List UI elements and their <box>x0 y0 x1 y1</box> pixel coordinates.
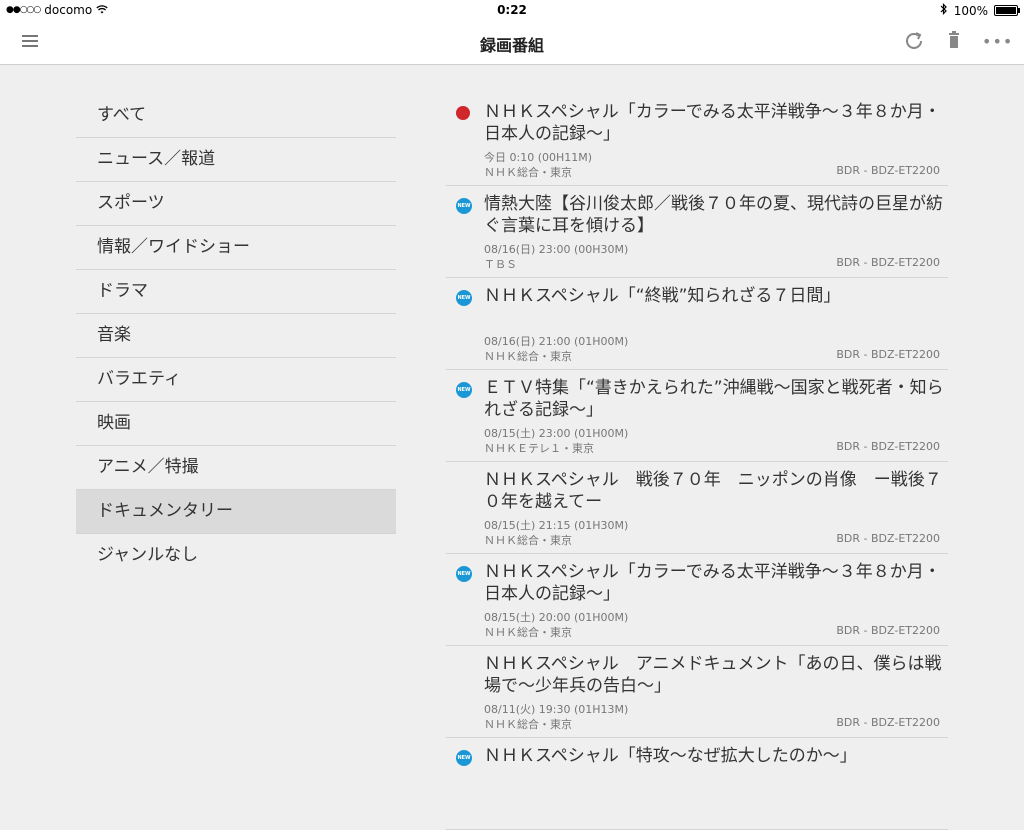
program-row[interactable]: NEW ＮＨＫスペシャル「“終戦”知られざる７日間」 08/16(日) 21:00 … <box>446 278 948 370</box>
new-badge: NEW <box>456 198 472 214</box>
genre-item[interactable]: ドキュメンタリー <box>76 490 396 534</box>
new-badge: NEW <box>456 750 472 766</box>
program-title: ＮＨＫスペシャル 戦後７０年 ニッポンの肖像 ー戦後７０年を越えてー <box>484 470 942 512</box>
program-row[interactable]: NEW 情熱大陸【谷川俊太郎／戦後７０年の夏、現代詩の巨星が紡ぐ言葉に耳を傾ける】… <box>446 186 948 278</box>
program-date: 08/11(火) 19:30 (01H13M) <box>484 703 629 716</box>
program-date: 08/15(土) 23:00 (01H00M) <box>484 427 629 440</box>
program-date: 08/15(土) 21:15 (01H30M) <box>484 519 629 532</box>
genre-item[interactable]: ジャンルなし <box>76 534 396 577</box>
program-title: ＮＨＫスペシャル「カラーでみる太平洋戦争〜３年８か月・日本人の記録〜」 <box>484 102 941 144</box>
program-channel: ＮＨＫ総合・東京 <box>484 626 572 639</box>
genre-item[interactable]: アニメ／特撮 <box>76 446 396 490</box>
program-device: BDR - BDZ-ET2200 <box>836 164 940 177</box>
program-title: ＮＨＫスペシャル「“終戦”知られざる７日間」 <box>484 286 841 306</box>
new-badge: NEW <box>456 566 472 582</box>
program-device: BDR - BDZ-ET2200 <box>836 532 940 545</box>
program-device: BDR - BDZ-ET2200 <box>836 716 940 729</box>
nav-bar: 録画番組 ••• <box>0 20 1024 65</box>
refresh-icon[interactable] <box>902 30 926 54</box>
program-title: 情熱大陸【谷川俊太郎／戦後７０年の夏、現代詩の巨星が紡ぐ言葉に耳を傾ける】 <box>484 194 943 236</box>
status-bar: ●●○○○ docomo 0:22 100% <box>0 0 1024 20</box>
program-device: BDR - BDZ-ET2200 <box>836 348 940 361</box>
program-row[interactable]: ＮＨＫスペシャル アニメドキュメント「あの日、僕らは戦場で〜少年兵の告白〜」 08… <box>446 646 948 738</box>
program-row[interactable]: ＮＨＫスペシャル 戦後７０年 ニッポンの肖像 ー戦後７０年を越えてー 08/15(… <box>446 462 948 554</box>
program-title: ＮＨＫスペシャル「カラーでみる太平洋戦争〜３年８か月・日本人の記録〜」 <box>484 562 941 604</box>
genre-item[interactable]: バラエティ <box>76 358 396 402</box>
program-channel: ＮＨＫ総合・東京 <box>484 166 572 179</box>
program-row[interactable]: NEW ＮＨＫスペシャル「特攻〜なぜ拡大したのか〜」 <box>446 738 948 830</box>
genre-item[interactable]: 情報／ワイドショー <box>76 226 396 270</box>
program-channel: ＴＢＳ <box>484 258 517 271</box>
new-badge-icon: NEW <box>456 382 472 398</box>
new-badge-icon: NEW <box>456 566 472 582</box>
program-row[interactable]: ＮＨＫスペシャル「カラーでみる太平洋戦争〜３年８か月・日本人の記録〜」今日 0:… <box>446 94 948 186</box>
genre-item[interactable]: 映画 <box>76 402 396 446</box>
recording-dot-icon <box>456 106 470 120</box>
new-badge-icon: NEW <box>456 198 472 214</box>
program-title: ＥＴＶ特集「“書きかえられた”沖縄戦〜国家と戦死者・知られざる記録〜」 <box>484 378 944 420</box>
program-row[interactable]: NEW ＮＨＫスペシャル「カラーでみる太平洋戦争〜３年８か月・日本人の記録〜」 08… <box>446 554 948 646</box>
genre-item[interactable]: ニュース／報道 <box>76 138 396 182</box>
new-badge-icon: NEW <box>456 290 472 306</box>
recording-dot <box>456 106 470 120</box>
new-badge: NEW <box>456 382 472 398</box>
status-right: 100% <box>940 3 1020 18</box>
program-channel: ＮＨＫ総合・東京 <box>484 350 572 363</box>
program-date: 今日 0:10 (00H11M) <box>484 151 593 164</box>
program-device: BDR - BDZ-ET2200 <box>836 440 940 453</box>
program-date: 08/16(日) 21:00 (01H00M) <box>484 335 629 348</box>
no-mark <box>456 658 470 672</box>
genre-item[interactable]: すべて <box>76 94 396 138</box>
genre-item[interactable]: ドラマ <box>76 270 396 314</box>
trash-icon[interactable] <box>942 30 966 54</box>
program-device: BDR - BDZ-ET2200 <box>836 624 940 637</box>
status-time: 0:22 <box>497 3 527 17</box>
program-date: 08/16(日) 23:00 (00H30M) <box>484 243 629 256</box>
new-badge: NEW <box>456 290 472 306</box>
program-list: ＮＨＫスペシャル「カラーでみる太平洋戦争〜３年８か月・日本人の記録〜」今日 0:… <box>446 94 948 830</box>
battery-percent: 100% <box>953 3 988 18</box>
program-device: BDR - BDZ-ET2200 <box>836 256 940 269</box>
program-title: ＮＨＫスペシャル「特攻〜なぜ拡大したのか〜」 <box>484 746 857 766</box>
genre-item[interactable]: スポーツ <box>76 182 396 226</box>
no-mark <box>456 474 470 488</box>
program-row[interactable]: NEW ＥＴＶ特集「“書きかえられた”沖縄戦〜国家と戦死者・知られざる記録〜」 08… <box>446 370 948 462</box>
program-channel: ＮＨＫ総合・東京 <box>484 534 572 547</box>
program-date: 08/15(土) 20:00 (01H00M) <box>484 611 629 624</box>
genre-list: すべて ニュース／報道 スポーツ 情報／ワイドショー ドラマ 音楽 バラエティ 映画 アニメ／特… <box>76 94 396 577</box>
new-badge-icon: NEW <box>456 750 472 766</box>
bluetooth-icon <box>940 3 948 18</box>
program-channel: ＮＨＫ総合・東京 <box>484 718 572 731</box>
battery-icon <box>994 5 1020 16</box>
more-icon[interactable]: ••• <box>982 30 1012 54</box>
page-title: 録画番組 <box>479 36 544 55</box>
program-title: ＮＨＫスペシャル アニメドキュメント「あの日、僕らは戦場で〜少年兵の告白〜」 <box>484 654 942 696</box>
genre-item[interactable]: 音楽 <box>76 314 396 358</box>
program-channel: ＮＨＫＥテレ１・東京 <box>484 442 594 455</box>
